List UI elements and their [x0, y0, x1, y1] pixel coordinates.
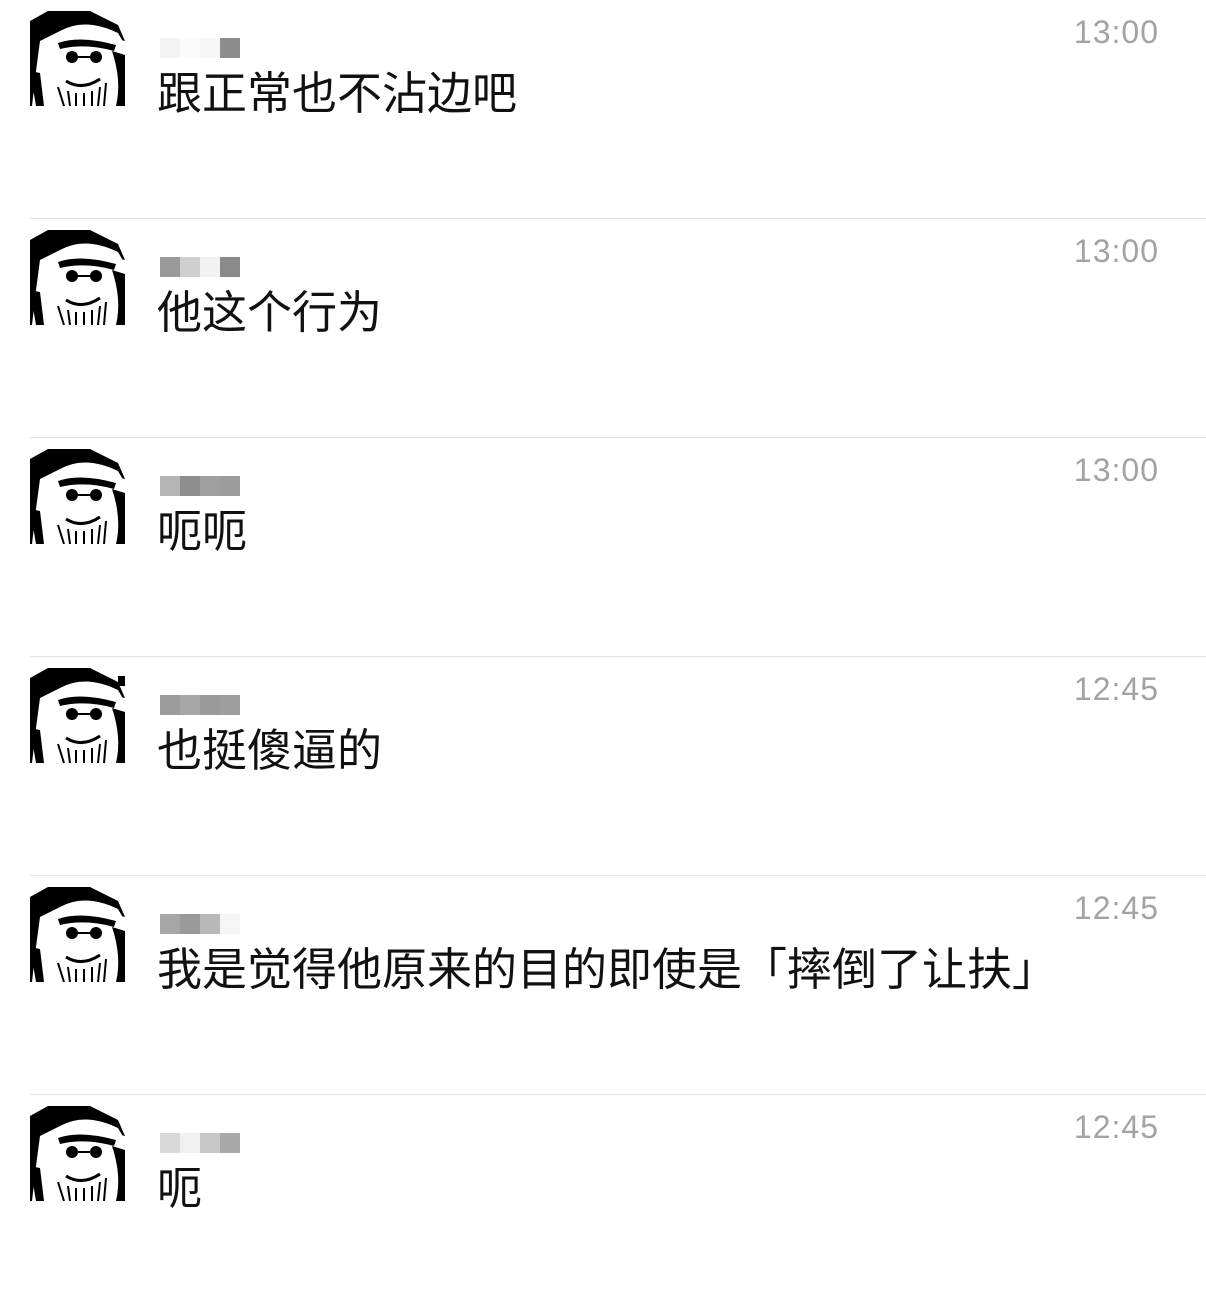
message-timestamp: 12:45	[1073, 671, 1159, 707]
sender-avatar[interactable]	[30, 449, 125, 544]
sender-avatar[interactable]	[30, 668, 125, 763]
bearded-man-avatar-icon	[30, 230, 125, 325]
bearded-man-avatar-icon	[30, 887, 125, 982]
sender-name-redacted	[160, 38, 240, 58]
message-text: 呃呃	[157, 505, 248, 558]
message-text: 跟正常也不沾边吧	[157, 67, 518, 120]
bearded-man-avatar-icon	[30, 1106, 125, 1201]
message-text: 我是觉得他原来的目的即使是「摔倒了让扶」	[157, 943, 1058, 996]
message-text: 也挺傻逼的	[157, 724, 383, 777]
sender-name-redacted	[160, 695, 240, 715]
message-row[interactable]: 跟正常也不沾边吧 13:00	[0, 0, 1206, 219]
message-row[interactable]: 呃 12:45	[0, 1095, 1206, 1314]
message-timestamp: 12:45	[1073, 890, 1159, 926]
sender-avatar[interactable]	[30, 887, 125, 982]
sender-name-redacted	[160, 476, 240, 496]
sender-avatar[interactable]	[30, 1106, 125, 1201]
message-timestamp: 12:45	[1073, 1109, 1159, 1145]
message-text: 他这个行为	[157, 286, 383, 339]
bearded-man-avatar-icon	[30, 668, 125, 763]
message-row[interactable]: 也挺傻逼的 12:45	[0, 657, 1206, 876]
message-row[interactable]: 呃呃 13:00	[0, 438, 1206, 657]
message-row[interactable]: 我是觉得他原来的目的即使是「摔倒了让扶」 12:45	[0, 876, 1206, 1095]
bearded-man-avatar-icon	[30, 11, 125, 106]
sender-avatar[interactable]	[30, 230, 125, 325]
sender-name-redacted	[160, 914, 240, 934]
message-text: 呃	[157, 1162, 203, 1215]
message-timestamp: 13:00	[1073, 452, 1159, 488]
message-timestamp: 13:00	[1073, 14, 1159, 50]
sender-name-redacted	[160, 1133, 240, 1153]
message-timestamp: 13:00	[1073, 233, 1159, 269]
bearded-man-avatar-icon	[30, 449, 125, 544]
sender-name-redacted	[160, 257, 240, 277]
message-row[interactable]: 他这个行为 13:00	[0, 219, 1206, 438]
sender-avatar[interactable]	[30, 11, 125, 106]
chat-message-list: 跟正常也不沾边吧 13:00 他这个行为 13:00 呃呃 13:00 也挺傻逼…	[0, 0, 1206, 1230]
